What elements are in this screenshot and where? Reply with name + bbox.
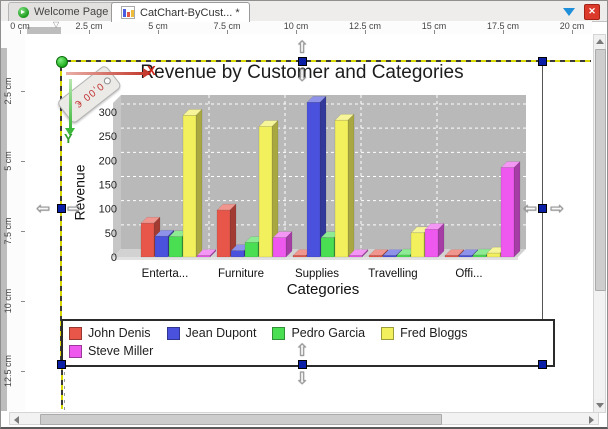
resize-handle-left[interactable] xyxy=(57,204,66,213)
legend-swatch xyxy=(69,327,82,340)
horizontal-scrollbar-thumb[interactable] xyxy=(40,414,442,425)
horizontal-scrollbar[interactable] xyxy=(9,412,599,425)
scroll-down-button[interactable] xyxy=(594,399,605,412)
vertical-scrollbar[interactable] xyxy=(593,34,606,413)
svg-text:0: 0 xyxy=(111,252,117,264)
legend-item: Pedro Garcia xyxy=(272,325,365,341)
legend-swatch xyxy=(69,345,82,358)
legend-item: Fred Bloggs xyxy=(381,325,467,341)
svg-text:300: 300 xyxy=(99,107,117,119)
resize-handle-right[interactable] xyxy=(538,204,547,213)
legend-label: Fred Bloggs xyxy=(400,326,467,340)
scroll-left-button[interactable] xyxy=(10,413,23,424)
resize-arrow-right-icon[interactable]: ⇨ xyxy=(67,200,81,217)
tag-hole-icon xyxy=(102,76,112,86)
resize-arrow-right-icon[interactable]: ⇨ xyxy=(550,200,564,217)
resize-arrow-up-icon[interactable]: ⇧ xyxy=(295,342,309,359)
resize-handle-bottom[interactable] xyxy=(298,360,307,369)
svg-text:50: 50 xyxy=(105,228,117,240)
legend-label: Jean Dupont xyxy=(186,326,257,340)
ruler-label: 12.5 cm xyxy=(3,351,15,391)
resize-arrow-down-icon[interactable]: ⇩ xyxy=(295,67,309,84)
svg-text:200: 200 xyxy=(99,155,117,167)
legend-item: Steve Miller xyxy=(69,343,153,359)
ruler-label: 5 cm xyxy=(3,141,15,181)
tab-list-dropdown-icon[interactable] xyxy=(563,8,575,16)
svg-text:250: 250 xyxy=(99,131,117,143)
y-axis-arrow-icon xyxy=(69,79,72,129)
chart-plot-area: 0 50 100 150 200 250 300 Enterta... Furniture Sup… xyxy=(61,89,543,303)
chart-element[interactable]: Revenue by Customer and Categories Reven… xyxy=(61,61,543,364)
page-margin-guide xyxy=(64,365,65,411)
tab-label: CatChart-ByCust... * xyxy=(140,7,240,19)
svg-text:150: 150 xyxy=(99,180,117,192)
legend-label: John Denis xyxy=(88,326,151,340)
svg-text:Furniture: Furniture xyxy=(218,268,264,280)
origin-handle[interactable] xyxy=(56,56,68,68)
vertical-scrollbar-thumb[interactable] xyxy=(595,49,606,291)
tab-catchart-bycustomer[interactable]: CatChart-ByCust... * xyxy=(111,2,250,22)
svg-text:Travelling: Travelling xyxy=(368,268,417,280)
close-tab-button[interactable]: ✕ xyxy=(584,4,600,20)
legend-item: Jean Dupont xyxy=(167,325,257,341)
legend-swatch xyxy=(381,327,394,340)
scroll-up-button[interactable] xyxy=(594,35,605,48)
ruler-label: 10 cm xyxy=(3,281,15,321)
horizontal-ruler: ▽ 0 cm2.5 cm5 cm7.5 cm10 cm12.5 cm15 cm1… xyxy=(1,21,592,35)
legend-label: Pedro Garcia xyxy=(291,326,365,340)
resize-arrow-left-icon[interactable]: ⇦ xyxy=(523,200,537,217)
welcome-page-icon xyxy=(18,7,29,18)
y-axis-letter: Y xyxy=(64,131,73,146)
resize-handle-top-right[interactable] xyxy=(538,57,547,66)
x-axis-arrow-icon xyxy=(66,72,144,75)
selection-guide-horizontal xyxy=(545,60,591,62)
vertical-ruler: 2.5 cm5 cm7.5 cm10 cm12.5 cm15 cm xyxy=(1,34,26,411)
report-designer-window: Welcome Page CatChart-ByCust... * ✕ ▽ 0 … xyxy=(0,0,608,429)
legend-label: Steve Miller xyxy=(88,344,153,358)
document-tab-bar: Welcome Page CatChart-ByCust... * ✕ xyxy=(1,1,607,22)
x-axis-letter: X xyxy=(147,63,156,78)
legend-item: John Denis xyxy=(69,325,151,341)
chart-report-icon xyxy=(121,6,135,19)
legend-swatch xyxy=(272,327,285,340)
svg-text:100: 100 xyxy=(99,204,117,216)
resize-arrow-down-icon[interactable]: ⇩ xyxy=(295,370,309,387)
legend-swatch xyxy=(167,327,180,340)
resize-handle-top[interactable] xyxy=(298,57,307,66)
ruler-label: 7.5 cm xyxy=(3,211,15,251)
resize-arrow-left-icon[interactable]: ⇦ xyxy=(36,200,50,217)
tab-welcome-page[interactable]: Welcome Page xyxy=(8,2,118,21)
resize-handle-bottom-left[interactable] xyxy=(57,360,66,369)
svg-text:Supplies: Supplies xyxy=(295,268,339,280)
tab-label: Welcome Page xyxy=(34,6,108,18)
ruler-label: 2.5 cm xyxy=(3,71,15,111)
resize-handle-bottom-right[interactable] xyxy=(538,360,547,369)
design-canvas[interactable]: Revenue by Customer and Categories Reven… xyxy=(25,34,592,411)
resize-arrow-up-icon[interactable]: ⇧ xyxy=(295,39,309,56)
scroll-right-button[interactable] xyxy=(585,413,598,424)
svg-text:Offi...: Offi... xyxy=(455,268,482,280)
ruler-position-marker: ▽ xyxy=(53,21,59,29)
selection-guide-vertical xyxy=(61,365,63,409)
svg-text:Enterta...: Enterta... xyxy=(142,268,189,280)
